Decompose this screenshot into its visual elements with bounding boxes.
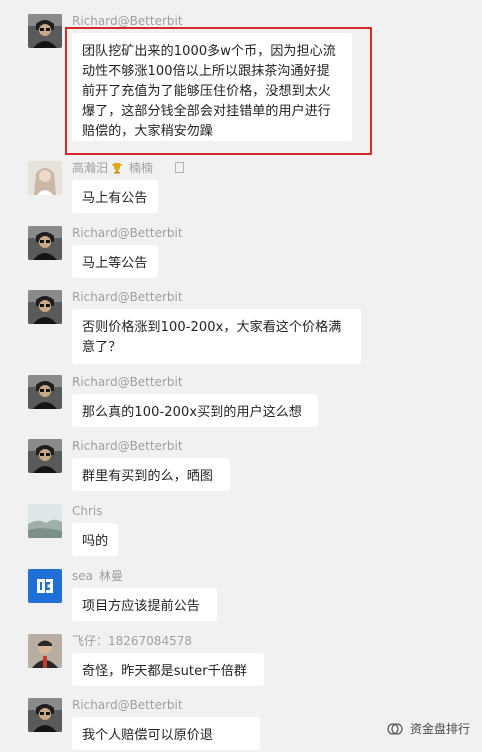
- wechat-official-account-icon: [387, 723, 403, 735]
- sender-nickname: 楠楠: [129, 161, 154, 175]
- watermark: 资金盘排行: [387, 720, 470, 737]
- sender-name-text: Richard@Betterbit: [72, 698, 183, 712]
- message-text-line: 吗的: [82, 534, 109, 549]
- message-bubble[interactable]: 那么真的100-200x买到的用户这么想: [72, 394, 318, 427]
- watermark-text: 资金盘排行: [409, 722, 470, 736]
- sender-name: sea 林曼: [72, 569, 123, 583]
- message-bubble[interactable]: 项目方应该提前公告: [72, 588, 217, 621]
- message-bubble[interactable]: 奇怪，昨天都是suter千倍群: [72, 653, 264, 686]
- unknown-emoji-icon: [175, 162, 185, 173]
- message-bubble[interactable]: 马上等公告: [72, 245, 158, 278]
- blue-logo-avatar[interactable]: [28, 569, 62, 603]
- message-text-line: 奇怪，昨天都是suter千倍群: [82, 664, 247, 679]
- sender-name: Richard@Betterbit: [72, 375, 183, 389]
- sender-name-text: Richard@Betterbit: [72, 439, 183, 453]
- message-text-line: 马上有公告: [82, 191, 148, 206]
- sender-name: Richard@Betterbit: [72, 290, 183, 304]
- dark-portrait-avatar[interactable]: [28, 698, 62, 732]
- message-text-line: 我个人赔偿可以原价退: [82, 728, 214, 743]
- sender-name: Richard@Betterbit: [72, 439, 183, 453]
- sender-name: Richard@Betterbit: [72, 226, 183, 240]
- message-bubble[interactable]: 群里有买到的么，晒图: [72, 458, 230, 491]
- sender-name: Richard@Betterbit: [72, 14, 183, 28]
- sender-name: Chris: [72, 504, 103, 518]
- landscape-avatar[interactable]: [28, 504, 62, 538]
- message-text-line: 马上等公告: [82, 256, 148, 271]
- message-text-line: 那么真的100-200x买到的用户这么想: [82, 405, 303, 420]
- dark-portrait-avatar[interactable]: [28, 14, 62, 48]
- sender-name-text: Richard@Betterbit: [72, 226, 183, 240]
- message-text-line: 否则价格涨到100-200x，大家看这个价格满: [82, 320, 342, 335]
- message-text-line: 群里有买到的么，晒图: [82, 469, 214, 484]
- sender-name-text: Chris: [72, 504, 103, 518]
- message-bubble[interactable]: 我个人赔偿可以原价退: [72, 717, 260, 750]
- message-bubble[interactable]: 马上有公告: [72, 180, 158, 213]
- sender-name: 高瀚汨 楠楠: [72, 161, 185, 175]
- message-bubble[interactable]: 否则价格涨到100-200x，大家看这个价格满 意了？: [72, 309, 361, 364]
- red-highlight-box: [65, 27, 372, 155]
- sender-name-text: 飞仔：18267084578: [72, 634, 192, 648]
- sender-name: 飞仔：18267084578: [72, 634, 192, 648]
- chat-history: Richard@Betterbit 团队挖矿出来的1000多w个币，因为担心流 动性…: [0, 0, 482, 752]
- message-text-line: 项目方应该提前公告: [82, 599, 200, 614]
- sender-name-text: sea: [72, 569, 93, 583]
- sender-name-text: Richard@Betterbit: [72, 14, 183, 28]
- message-bubble[interactable]: 吗的: [72, 523, 118, 556]
- dark-portrait-avatar[interactable]: [28, 375, 62, 409]
- man-portrait-avatar[interactable]: [28, 634, 62, 668]
- girl-portrait-avatar[interactable]: [28, 161, 62, 195]
- dark-portrait-avatar[interactable]: [28, 439, 62, 473]
- trophy-icon: [112, 163, 123, 174]
- sender-name-text: Richard@Betterbit: [72, 290, 183, 304]
- dark-portrait-avatar[interactable]: [28, 226, 62, 260]
- sender-name-text: Richard@Betterbit: [72, 375, 183, 389]
- dark-portrait-avatar[interactable]: [28, 290, 62, 324]
- sender-nickname: 林曼: [99, 569, 124, 583]
- sender-name: Richard@Betterbit: [72, 698, 183, 712]
- message-text-line: 意了？: [82, 340, 122, 355]
- sender-name-text: 高瀚汨: [72, 161, 109, 175]
